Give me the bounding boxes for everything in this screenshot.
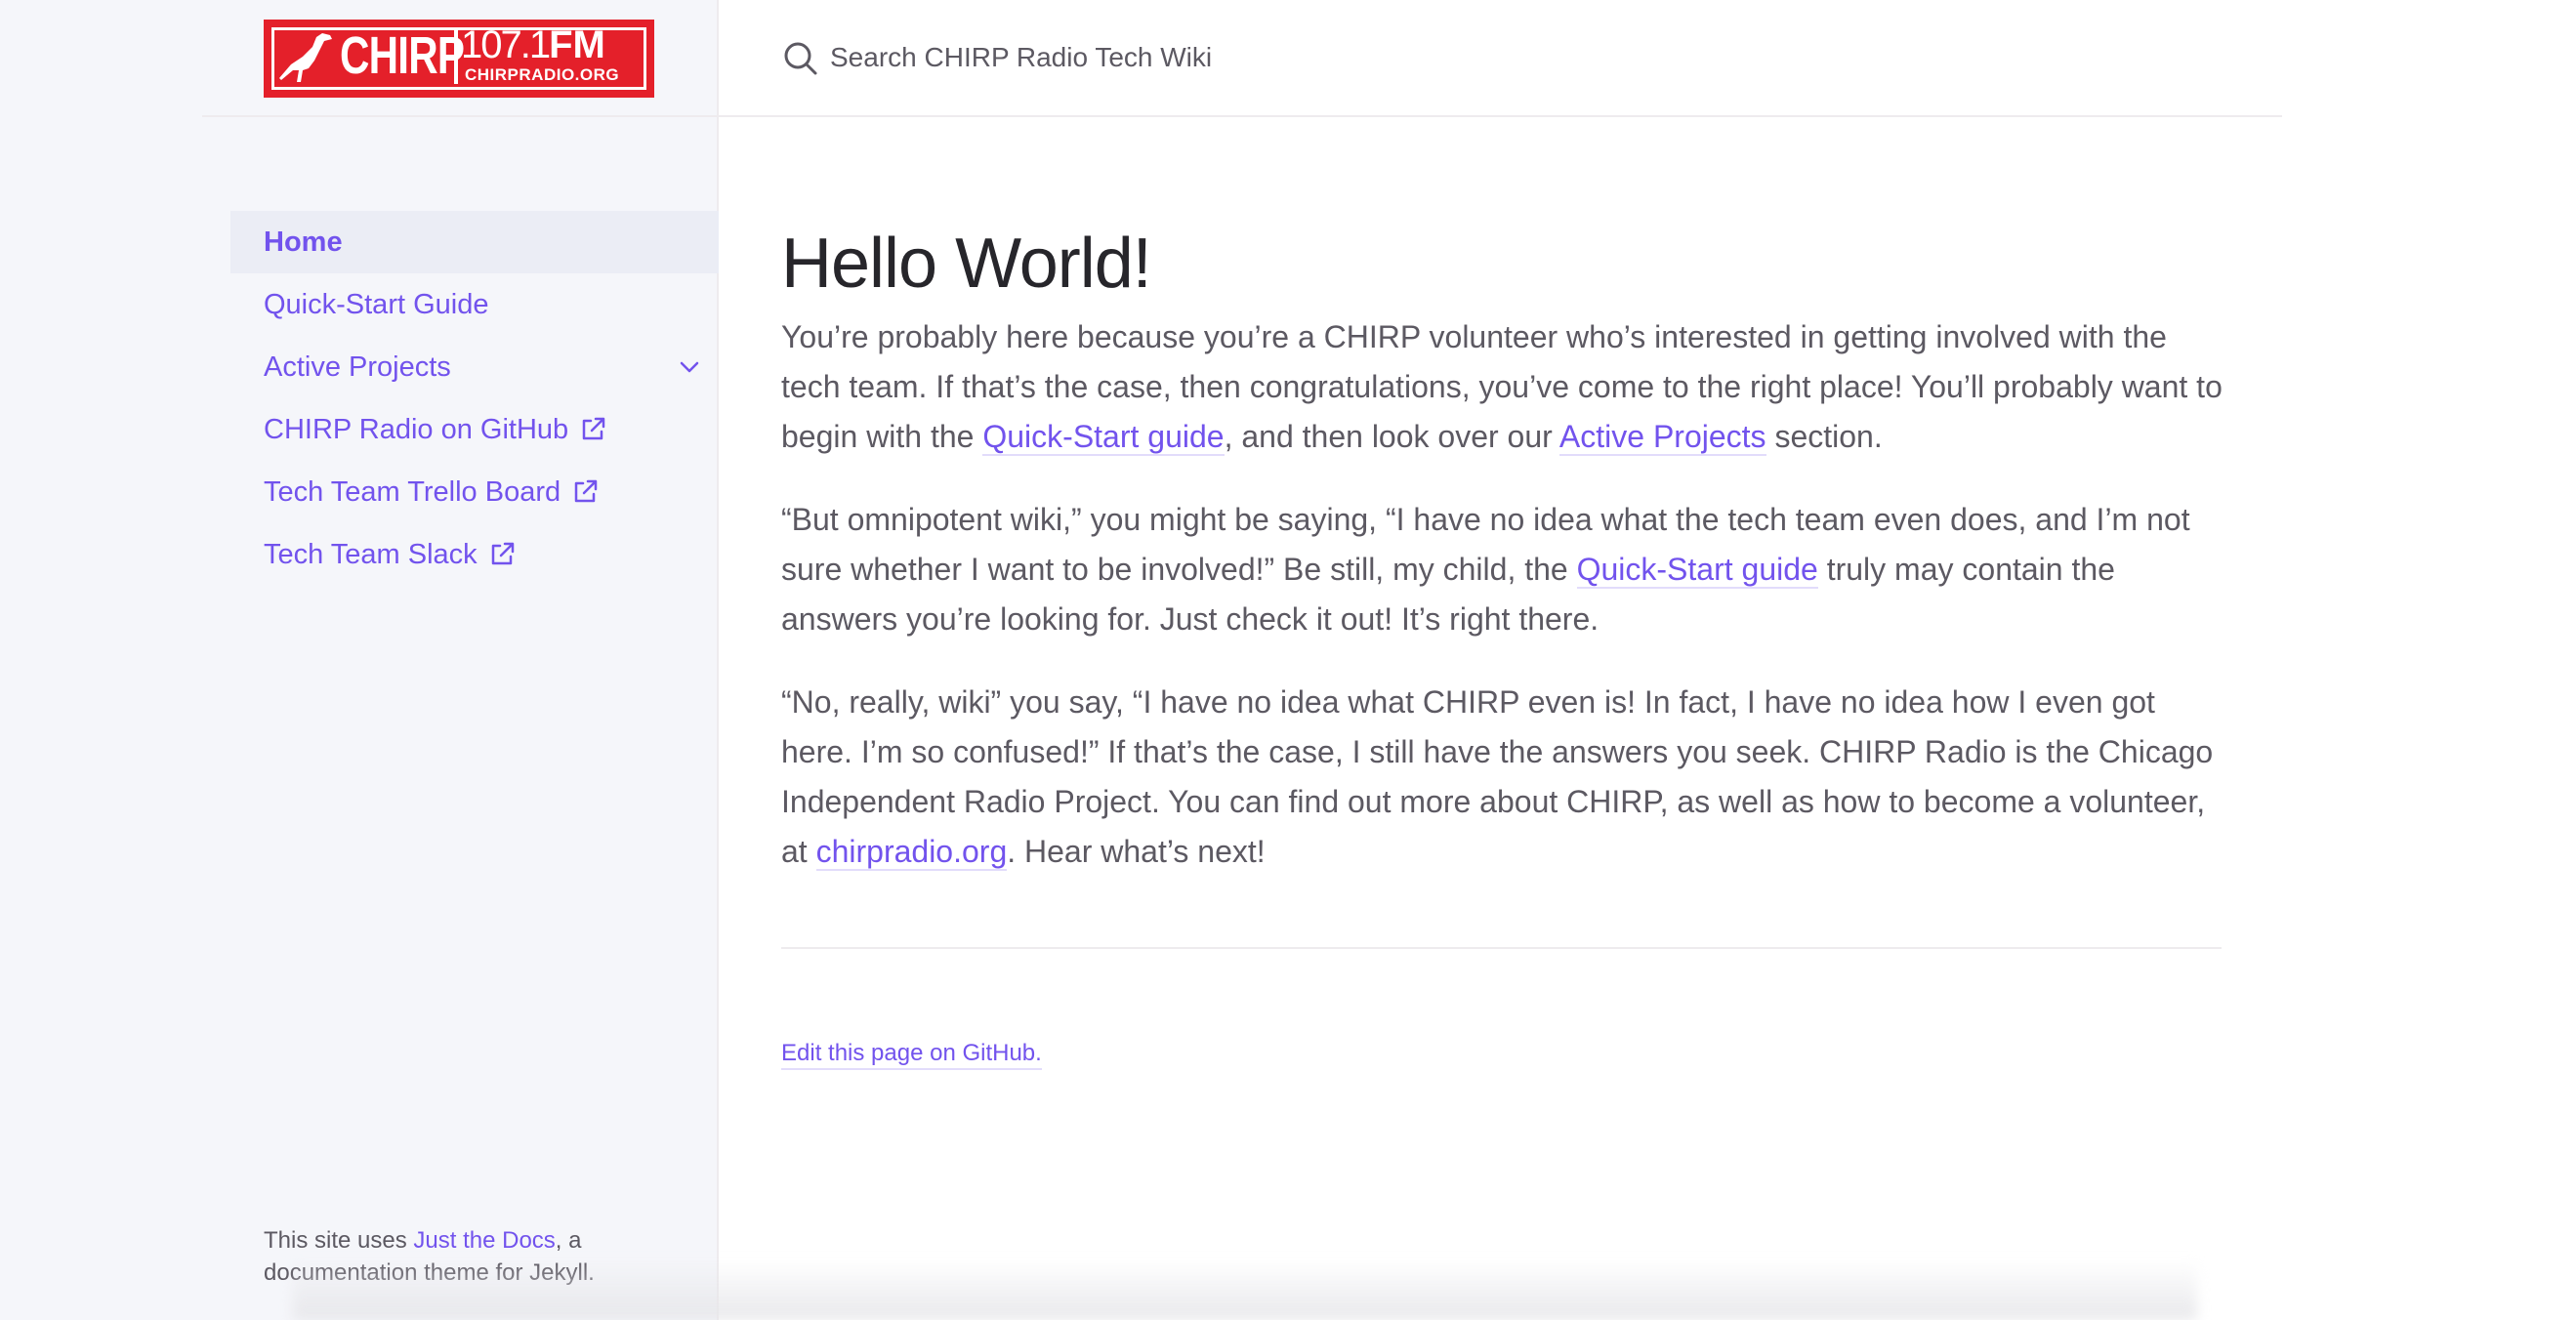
search-icon	[784, 42, 817, 75]
chevron-down-icon[interactable]	[676, 353, 703, 381]
search-input[interactable]	[830, 35, 1514, 80]
sidebar-background	[0, 0, 719, 1320]
second-paragraph: “But omnipotent wiki,” you might be sayi…	[781, 495, 2226, 644]
sidebar-item-quick-start-guide[interactable]: Quick-Start Guide	[230, 273, 719, 336]
quick-start-guide-link[interactable]: Quick-Start guide	[982, 419, 1225, 456]
sidebar-nav: Home Quick-Start Guide Active Projects C…	[230, 211, 719, 586]
page-title: Hello World!	[781, 225, 1152, 303]
sidebar-item-slack[interactable]: Tech Team Slack	[230, 523, 719, 586]
sidebar-item-label: Active Projects	[264, 351, 451, 383]
logo-freq-number: 107.1	[461, 23, 551, 66]
sidebar-item-home[interactable]: Home	[230, 211, 719, 273]
footer-text: This site uses	[264, 1227, 414, 1254]
logo-separator	[454, 27, 458, 84]
quick-start-guide-link[interactable]: Quick-Start guide	[1576, 552, 1818, 589]
paragraph-text: , and then look over our	[1224, 419, 1559, 454]
bottom-shadow	[293, 1259, 2197, 1320]
external-link-icon	[582, 417, 605, 440]
sidebar-divider	[717, 0, 719, 1320]
just-the-docs-link[interactable]: Just the Docs	[413, 1227, 555, 1254]
sidebar-item-label: Home	[264, 226, 343, 258]
logo-word: CHIRP	[340, 26, 465, 85]
logo-frequency: 107.1FM	[461, 23, 605, 66]
header-divider	[202, 115, 2282, 117]
third-paragraph: “No, really, wiki” you say, “I have no i…	[781, 678, 2226, 877]
sidebar-item-active-projects[interactable]: Active Projects	[230, 336, 719, 398]
edit-on-github-link[interactable]: Edit this page on GitHub.	[781, 1039, 1042, 1070]
bird-icon	[279, 33, 332, 82]
sidebar-item-label: CHIRP Radio on GitHub	[264, 413, 569, 445]
active-projects-link[interactable]: Active Projects	[1558, 419, 1766, 456]
sidebar-item-trello[interactable]: Tech Team Trello Board	[230, 461, 719, 523]
external-link-icon	[574, 479, 598, 503]
logo-url: CHIRPRADIO.ORG	[465, 65, 620, 84]
logo-freq-unit: FM	[549, 23, 605, 66]
site-logo[interactable]: CHIRP 107.1FM CHIRPRADIO.ORG	[264, 20, 654, 98]
main-content: Hello World! You’re probably here becaus…	[781, 215, 2226, 910]
content-divider	[781, 947, 2222, 949]
sidebar-item-github[interactable]: CHIRP Radio on GitHub	[230, 398, 719, 461]
intro-paragraph: You’re probably here because you’re a CH…	[781, 312, 2226, 462]
sidebar-item-label: Tech Team Trello Board	[264, 475, 561, 508]
sidebar-item-label: Tech Team Slack	[264, 538, 478, 570]
external-link-icon	[491, 542, 514, 565]
paragraph-text: . Hear what’s next!	[1007, 834, 1266, 869]
sidebar-item-label: Quick-Start Guide	[264, 288, 489, 320]
chirpradio-org-link[interactable]: chirpradio.org	[815, 834, 1008, 871]
paragraph-text: section.	[1766, 419, 1883, 454]
